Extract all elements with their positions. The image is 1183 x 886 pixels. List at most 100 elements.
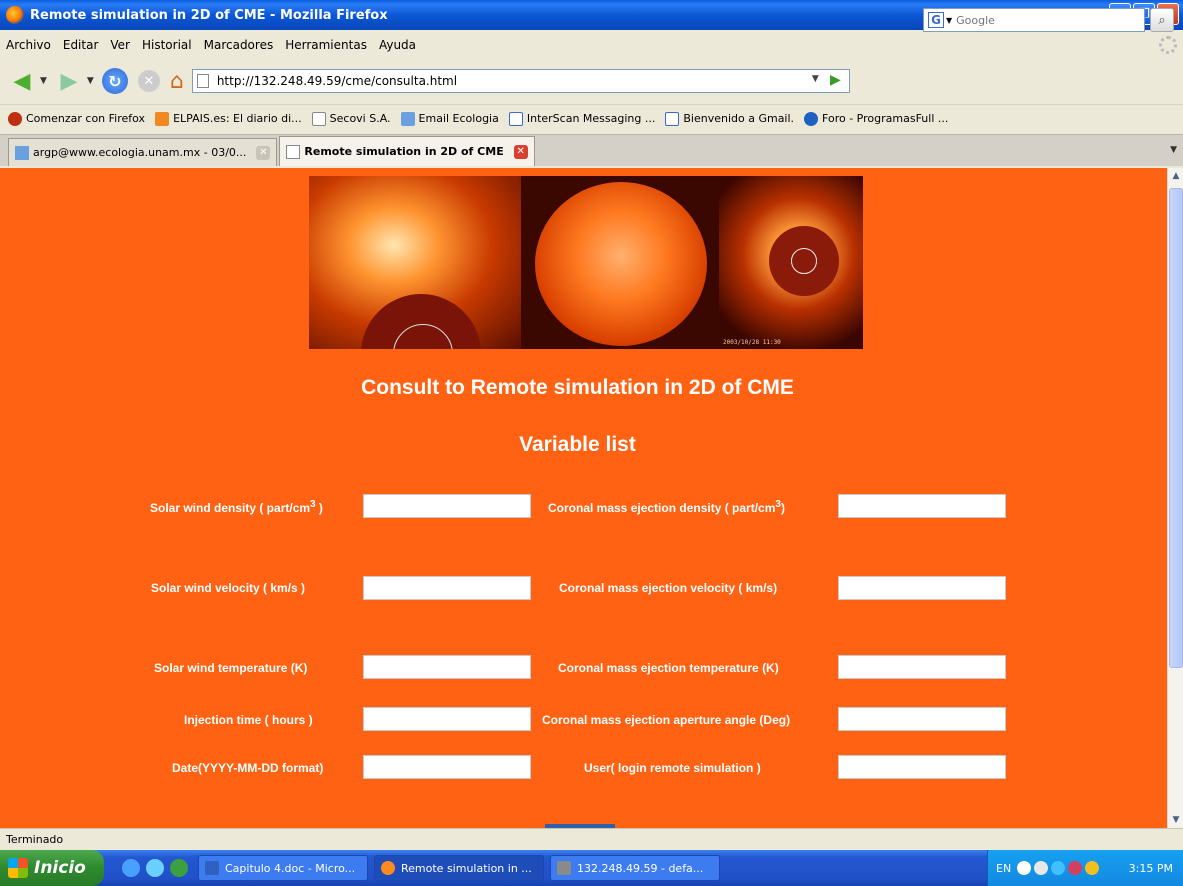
taskbar-item-firefox[interactable]: Remote simulation in ... bbox=[374, 855, 544, 881]
bookmark-gmail[interactable]: Bienvenido a Gmail. bbox=[665, 111, 794, 126]
section-title: Variable list bbox=[519, 433, 636, 456]
aperture-angle-input[interactable] bbox=[838, 707, 1006, 731]
start-button[interactable]: Inicio bbox=[0, 850, 104, 886]
page-content: 2003/10/28 11:30 Consult to Remote simul… bbox=[0, 168, 1167, 828]
url-input[interactable] bbox=[216, 74, 817, 88]
search-box[interactable]: G ▼ bbox=[923, 8, 1145, 32]
bookmark-secovi[interactable]: Secovi S.A. bbox=[311, 111, 391, 126]
menu-herramientas[interactable]: Herramientas bbox=[285, 38, 367, 52]
update-icon[interactable] bbox=[1085, 861, 1100, 875]
forward-button[interactable]: ▶ bbox=[55, 67, 83, 95]
window-title: Remote simulation in 2D of CME - Mozilla… bbox=[30, 7, 388, 23]
menu-bar: Archivo Editar Ver Historial Marcadores … bbox=[0, 30, 1183, 60]
cme-velocity-input[interactable] bbox=[838, 576, 1006, 600]
cme-density-input[interactable] bbox=[838, 494, 1006, 518]
bookmark-foro[interactable]: Foro - ProgramasFull ... bbox=[804, 111, 949, 126]
taskbar-item-ftp[interactable]: 132.248.49.59 - defa... bbox=[550, 855, 720, 881]
bookmarks-toolbar: Comenzar con Firefox ELPAIS.es: El diari… bbox=[0, 104, 1183, 132]
firefox-icon bbox=[8, 111, 22, 126]
security-icon[interactable] bbox=[1068, 861, 1083, 875]
google-icon bbox=[508, 111, 523, 126]
back-button[interactable]: ◀ bbox=[8, 67, 36, 95]
injection-time-input[interactable] bbox=[363, 707, 531, 731]
search-button[interactable]: ⌕ bbox=[1150, 8, 1174, 32]
sw-temperature-input[interactable] bbox=[363, 655, 531, 679]
page-icon bbox=[311, 111, 326, 126]
tab-email[interactable]: argp@www.ecologia.unam.mx - 03/0... ✕ bbox=[8, 138, 278, 166]
tab-label: Remote simulation in 2D of CME bbox=[304, 145, 504, 158]
scroll-up-icon[interactable]: ▲ bbox=[1168, 168, 1183, 184]
date-input[interactable] bbox=[363, 755, 531, 779]
forward-history-dropdown-icon[interactable]: ▼ bbox=[87, 76, 94, 86]
engine-dropdown-icon[interactable]: ▼ bbox=[946, 16, 952, 25]
back-history-dropdown-icon[interactable]: ▼ bbox=[40, 76, 47, 86]
close-tab-icon[interactable]: ✕ bbox=[256, 145, 271, 160]
url-bar[interactable]: ▼ ▶ bbox=[191, 69, 850, 93]
bookmark-comenzar[interactable]: Comenzar con Firefox bbox=[8, 111, 146, 126]
volume-icon[interactable] bbox=[1051, 861, 1066, 875]
rss-icon bbox=[155, 111, 170, 126]
bookmark-label: Foro - ProgramasFull ... bbox=[822, 112, 949, 125]
sw-temperature-label: Solar wind temperature (K) bbox=[154, 661, 308, 675]
bookmark-label: ELPAIS.es: El diario di... bbox=[173, 112, 302, 125]
cme-banner-image: 2003/10/28 11:30 bbox=[309, 176, 863, 349]
tab-remote-simulation[interactable]: Remote simulation in 2D of CME ✕ bbox=[279, 136, 535, 166]
mail-icon bbox=[15, 145, 29, 160]
scroll-down-icon[interactable]: ▼ bbox=[1168, 812, 1183, 828]
start-label: Inicio bbox=[34, 858, 86, 878]
reload-button[interactable]: ↻ bbox=[101, 68, 128, 94]
mail-icon bbox=[400, 111, 415, 126]
user-label: User( login remote simulation ) bbox=[584, 761, 761, 775]
app-icon[interactable] bbox=[170, 859, 188, 877]
scrollbar-thumb[interactable] bbox=[1169, 188, 1183, 668]
bookmark-label: Email Ecologia bbox=[418, 112, 499, 125]
network-icon[interactable] bbox=[1034, 861, 1049, 875]
sw-velocity-input[interactable] bbox=[363, 576, 531, 600]
sw-density-input[interactable] bbox=[363, 494, 531, 518]
bookmark-label: Comenzar con Firefox bbox=[26, 112, 146, 125]
user-input[interactable] bbox=[838, 755, 1006, 779]
cme-temperature-input[interactable] bbox=[838, 655, 1006, 679]
bookmark-elpais[interactable]: ELPAIS.es: El diario di... bbox=[155, 111, 302, 126]
bookmark-label: Secovi S.A. bbox=[329, 112, 391, 125]
google-icon bbox=[665, 111, 680, 126]
language-indicator[interactable]: EN bbox=[996, 862, 1011, 875]
taskbar-item-word[interactable]: Capitulo 4.doc - Micro... bbox=[198, 855, 368, 881]
system-tray: EN 3:15 PM bbox=[987, 850, 1183, 886]
url-history-dropdown-icon[interactable]: ▼ bbox=[812, 74, 819, 84]
stop-button[interactable]: ✕ bbox=[137, 70, 160, 92]
status-text: Terminado bbox=[6, 833, 64, 846]
menu-historial[interactable]: Historial bbox=[142, 38, 192, 52]
date-label: Date(YYYY-MM-DD format) bbox=[172, 761, 324, 775]
google-engine-icon[interactable]: G bbox=[928, 12, 944, 28]
go-button[interactable]: ▶ bbox=[830, 72, 841, 88]
bookmark-interscan[interactable]: InterScan Messaging ... bbox=[508, 111, 656, 126]
menu-ver[interactable]: Ver bbox=[110, 38, 130, 52]
injection-time-label: Injection time ( hours ) bbox=[184, 713, 313, 727]
windows-logo-icon bbox=[8, 858, 28, 878]
firefox-icon bbox=[6, 6, 24, 24]
ie-icon[interactable] bbox=[122, 859, 140, 877]
close-tab-icon[interactable]: ✕ bbox=[513, 144, 528, 159]
sw-velocity-label: Solar wind velocity ( km/s ) bbox=[151, 581, 306, 595]
menu-archivo[interactable]: Archivo bbox=[6, 38, 51, 52]
browser-icon[interactable] bbox=[146, 859, 164, 877]
forum-icon bbox=[804, 111, 819, 126]
sun-image bbox=[521, 176, 719, 349]
tab-list-dropdown-icon[interactable]: ▼ bbox=[1170, 145, 1177, 155]
page-scrollbar[interactable]: ▲ ▼ bbox=[1167, 168, 1183, 828]
throbber-icon bbox=[1159, 36, 1177, 54]
home-button[interactable]: ⌂ bbox=[170, 69, 184, 94]
navigation-toolbar: ◀ ▼ ▶ ▼ ↻ ✕ ⌂ ▼ ▶ bbox=[0, 60, 1183, 102]
menu-editar[interactable]: Editar bbox=[63, 38, 99, 52]
clock[interactable]: 3:15 PM bbox=[1129, 862, 1173, 875]
tab-strip: argp@www.ecologia.unam.mx - 03/0... ✕ Re… bbox=[0, 134, 1183, 166]
bookmark-label: InterScan Messaging ... bbox=[526, 112, 656, 125]
menu-marcadores[interactable]: Marcadores bbox=[204, 38, 274, 52]
sw-density-label: Solar wind density ( part/cm3 ) bbox=[150, 499, 323, 515]
bookmark-email-ecologia[interactable]: Email Ecologia bbox=[400, 111, 499, 126]
search-input[interactable] bbox=[956, 13, 1127, 27]
aperture-angle-label: Coronal mass ejection aperture angle (De… bbox=[542, 713, 791, 727]
back-tray-icon[interactable] bbox=[1017, 861, 1032, 875]
menu-ayuda[interactable]: Ayuda bbox=[379, 38, 416, 52]
